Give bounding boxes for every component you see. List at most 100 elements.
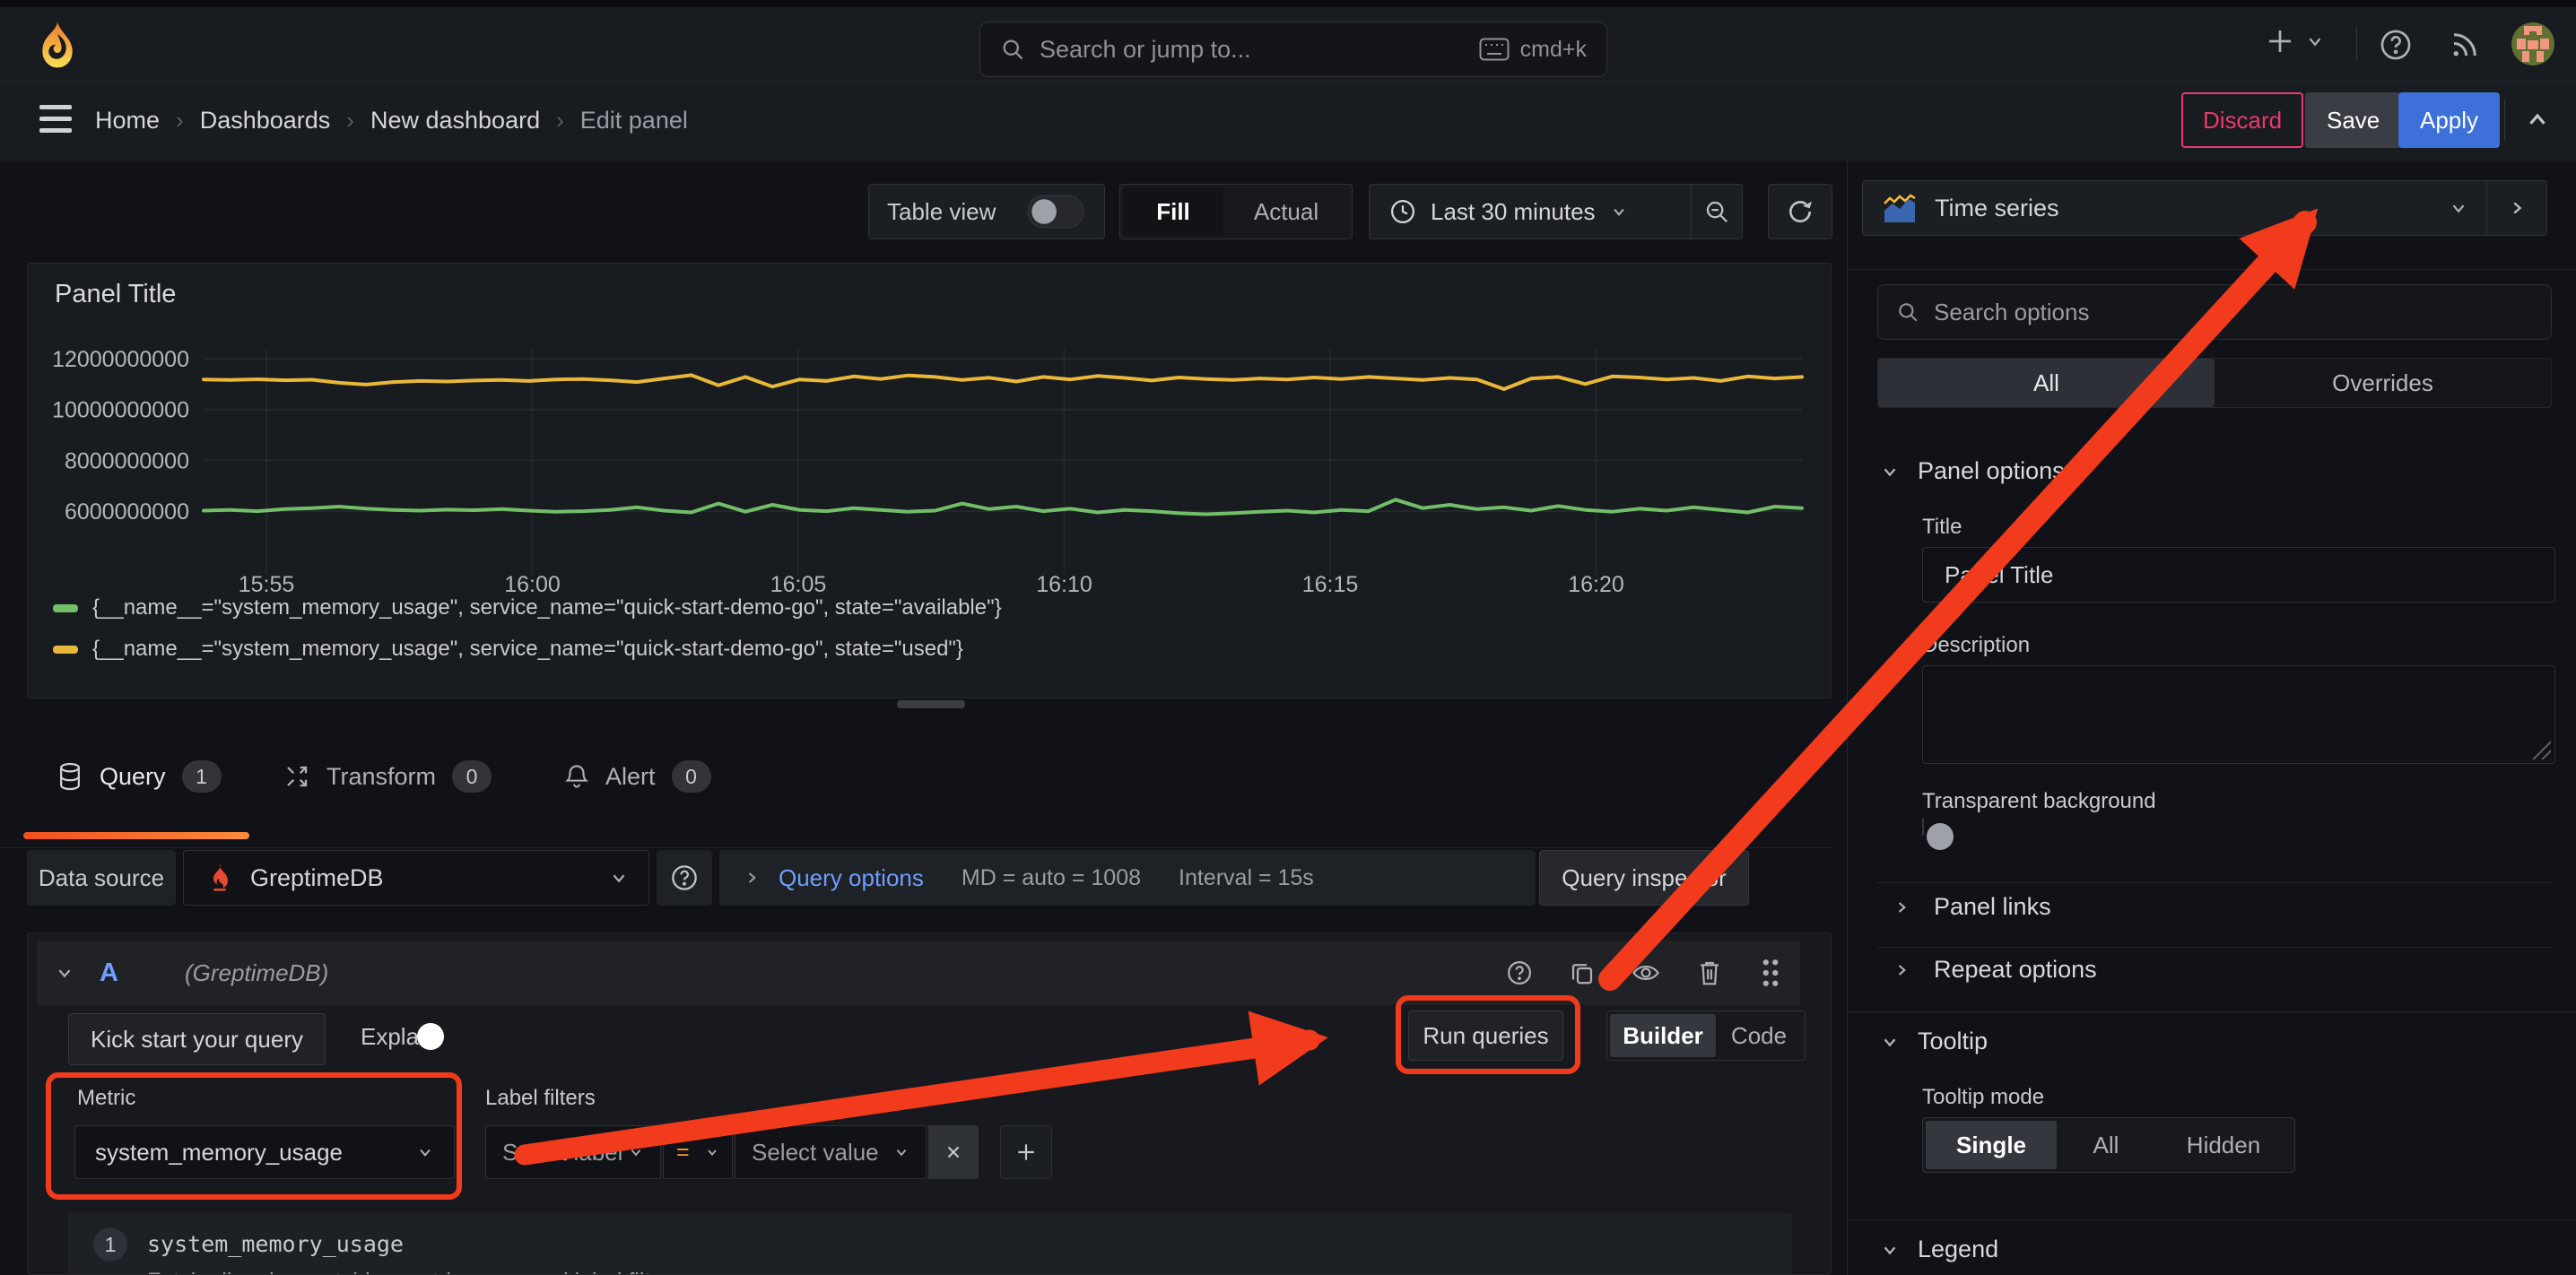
legend-header-label: Legend [1918, 1236, 1998, 1263]
tab-transform-label: Transform [326, 763, 436, 791]
code-option[interactable]: Code [1716, 1014, 1802, 1057]
chevron-down-icon [1880, 1240, 1900, 1260]
description-textarea[interactable] [1922, 665, 2555, 764]
grafana-edit-panel-page: Search or jump to... cmd+k [0, 0, 2576, 1275]
tab-transform-count: 0 [452, 760, 492, 793]
datasource-picker[interactable]: GreptimeDB [183, 850, 649, 906]
user-avatar[interactable] [2511, 22, 2554, 65]
search-options-input[interactable]: Search options [1877, 284, 2552, 340]
timeseries-panel[interactable]: Panel Title 1200000000010000000000800000… [27, 263, 1832, 698]
textarea-resize-handle[interactable] [2529, 738, 2551, 759]
query-editor-card: A (GreptimeDB) [27, 932, 1832, 1275]
metric-select[interactable]: system_memory_usage [74, 1125, 455, 1179]
drag-handle-icon[interactable] [1759, 958, 1782, 988]
datasource-help-button[interactable] [657, 850, 712, 906]
visualization-name: Time series [1935, 195, 2432, 222]
select-label-dropdown[interactable]: Select label [485, 1125, 661, 1179]
panel-links-section[interactable]: Panel links [1893, 893, 2051, 921]
breadcrumb-dashboards[interactable]: Dashboards [200, 107, 331, 134]
panel-options-section-header[interactable]: Panel options [1880, 457, 2065, 485]
repeat-options-section[interactable]: Repeat options [1893, 956, 2097, 984]
add-filter-button[interactable] [1000, 1125, 1052, 1179]
kick-start-query-button[interactable]: Kick start your query [68, 1013, 326, 1065]
visualization-picker[interactable]: Time series [1862, 180, 2547, 236]
tab-query[interactable]: Query 1 [57, 751, 222, 802]
chevron-down-icon [1610, 203, 1628, 221]
table-view-toggle[interactable] [1028, 195, 1084, 229]
chevron-down-icon [893, 1144, 909, 1160]
remove-filter-button[interactable] [928, 1125, 979, 1179]
refresh-button[interactable] [1768, 184, 1832, 239]
label-filters-label: Label filters [485, 1086, 596, 1111]
tooltip-mode-single[interactable]: Single [1926, 1121, 2057, 1169]
legend-dash [53, 646, 78, 654]
legend-series-label: {__name__="system_memory_usage", service… [92, 637, 963, 662]
title-label: Title [1922, 515, 1962, 540]
clock-icon [1389, 198, 1416, 225]
global-search-input[interactable]: Search or jump to... cmd+k [979, 22, 1607, 77]
panel-resize-handle[interactable] [897, 700, 965, 708]
delete-query-trash-icon[interactable] [1696, 958, 1723, 987]
breadcrumb-separator: › [556, 107, 564, 134]
breadcrumb-home[interactable]: Home [95, 107, 160, 134]
builder-option[interactable]: Builder [1610, 1014, 1716, 1057]
duplicate-query-icon[interactable] [1569, 959, 1596, 986]
save-button[interactable]: Save [2305, 92, 2401, 148]
operator-dropdown[interactable]: = [663, 1125, 733, 1179]
chevron-down-icon[interactable] [55, 963, 74, 983]
time-range-picker[interactable]: Last 30 minutes [1370, 198, 1691, 226]
tab-alert-label: Alert [605, 763, 656, 791]
tab-query-label: Query [100, 763, 166, 791]
builder-code-toggle: Builder Code [1606, 1010, 1806, 1061]
run-queries-button[interactable]: Run queries [1408, 1010, 1563, 1061]
select-value-dropdown[interactable]: Select value [735, 1125, 927, 1179]
breadcrumb-separator: › [346, 107, 354, 134]
tab-alert-count: 0 [672, 760, 711, 793]
news-rss-icon[interactable] [2449, 29, 2481, 61]
query-help-icon[interactable] [1506, 959, 1533, 986]
query-inspector-button[interactable]: Query inspector [1539, 850, 1749, 906]
tab-alert[interactable]: Alert 0 [564, 751, 711, 802]
chevron-down-icon [628, 1144, 644, 1160]
tooltip-section-header[interactable]: Tooltip [1880, 1028, 1988, 1055]
metric-label: Metric [77, 1086, 135, 1111]
chevron-down-icon [416, 1143, 434, 1161]
fill-option[interactable]: Fill [1123, 187, 1223, 236]
legend-item[interactable]: {__name__="system_memory_usage", service… [53, 595, 1002, 620]
tooltip-mode-all[interactable]: All [2057, 1121, 2155, 1169]
discard-button[interactable]: Discard [2181, 92, 2303, 148]
chevron-right-icon [1893, 898, 1910, 917]
grafana-logo-icon[interactable] [32, 20, 83, 70]
plus-icon [1014, 1141, 1038, 1164]
fill-actual-toggle: Fill Actual [1119, 184, 1353, 239]
collapse-sidebar-button[interactable] [2487, 197, 2546, 219]
help-icon[interactable] [2379, 28, 2413, 62]
tooltip-mode-hidden[interactable]: Hidden [2155, 1121, 2292, 1169]
query-options-link[interactable]: Query options [779, 864, 924, 892]
time-range-label: Last 30 minutes [1431, 198, 1596, 226]
hide-query-eye-icon[interactable] [1632, 959, 1660, 986]
actual-option[interactable]: Actual [1223, 187, 1349, 236]
timeseries-chart: 1200000000010000000000800000000060000000… [28, 264, 1832, 699]
legend-item[interactable]: {__name__="system_memory_usage", service… [53, 637, 963, 662]
collapse-chevron-up-icon[interactable] [2522, 107, 2553, 134]
panel-title-input[interactable]: Panel Title [1922, 547, 2555, 603]
apply-button[interactable]: Apply [2398, 92, 2500, 148]
tab-all[interactable]: All [1878, 359, 2215, 407]
add-new-button[interactable] [2264, 25, 2325, 57]
tab-overrides[interactable]: Overrides [2215, 359, 2551, 407]
breadcrumb-new-dashboard[interactable]: New dashboard [370, 107, 540, 134]
svg-text:12000000000: 12000000000 [52, 347, 189, 372]
sidebar-divider [1877, 882, 2552, 883]
legend-section-header[interactable]: Legend [1880, 1236, 1998, 1263]
chevron-down-icon [1880, 1032, 1900, 1052]
query-row-header[interactable]: A (GreptimeDB) [37, 941, 1800, 1005]
topnav-divider [2356, 27, 2357, 61]
tab-transform[interactable]: Transform 0 [283, 751, 492, 802]
explain-description: Fetch all series matching metric name an… [147, 1269, 682, 1275]
legend-dash [53, 604, 78, 612]
transparent-background-toggle[interactable] [1922, 819, 1924, 836]
query-options-bar[interactable]: Query options MD = auto = 1008 Interval … [719, 850, 1536, 906]
zoom-out-icon[interactable] [1692, 198, 1742, 225]
menu-hamburger-icon[interactable] [39, 105, 72, 133]
